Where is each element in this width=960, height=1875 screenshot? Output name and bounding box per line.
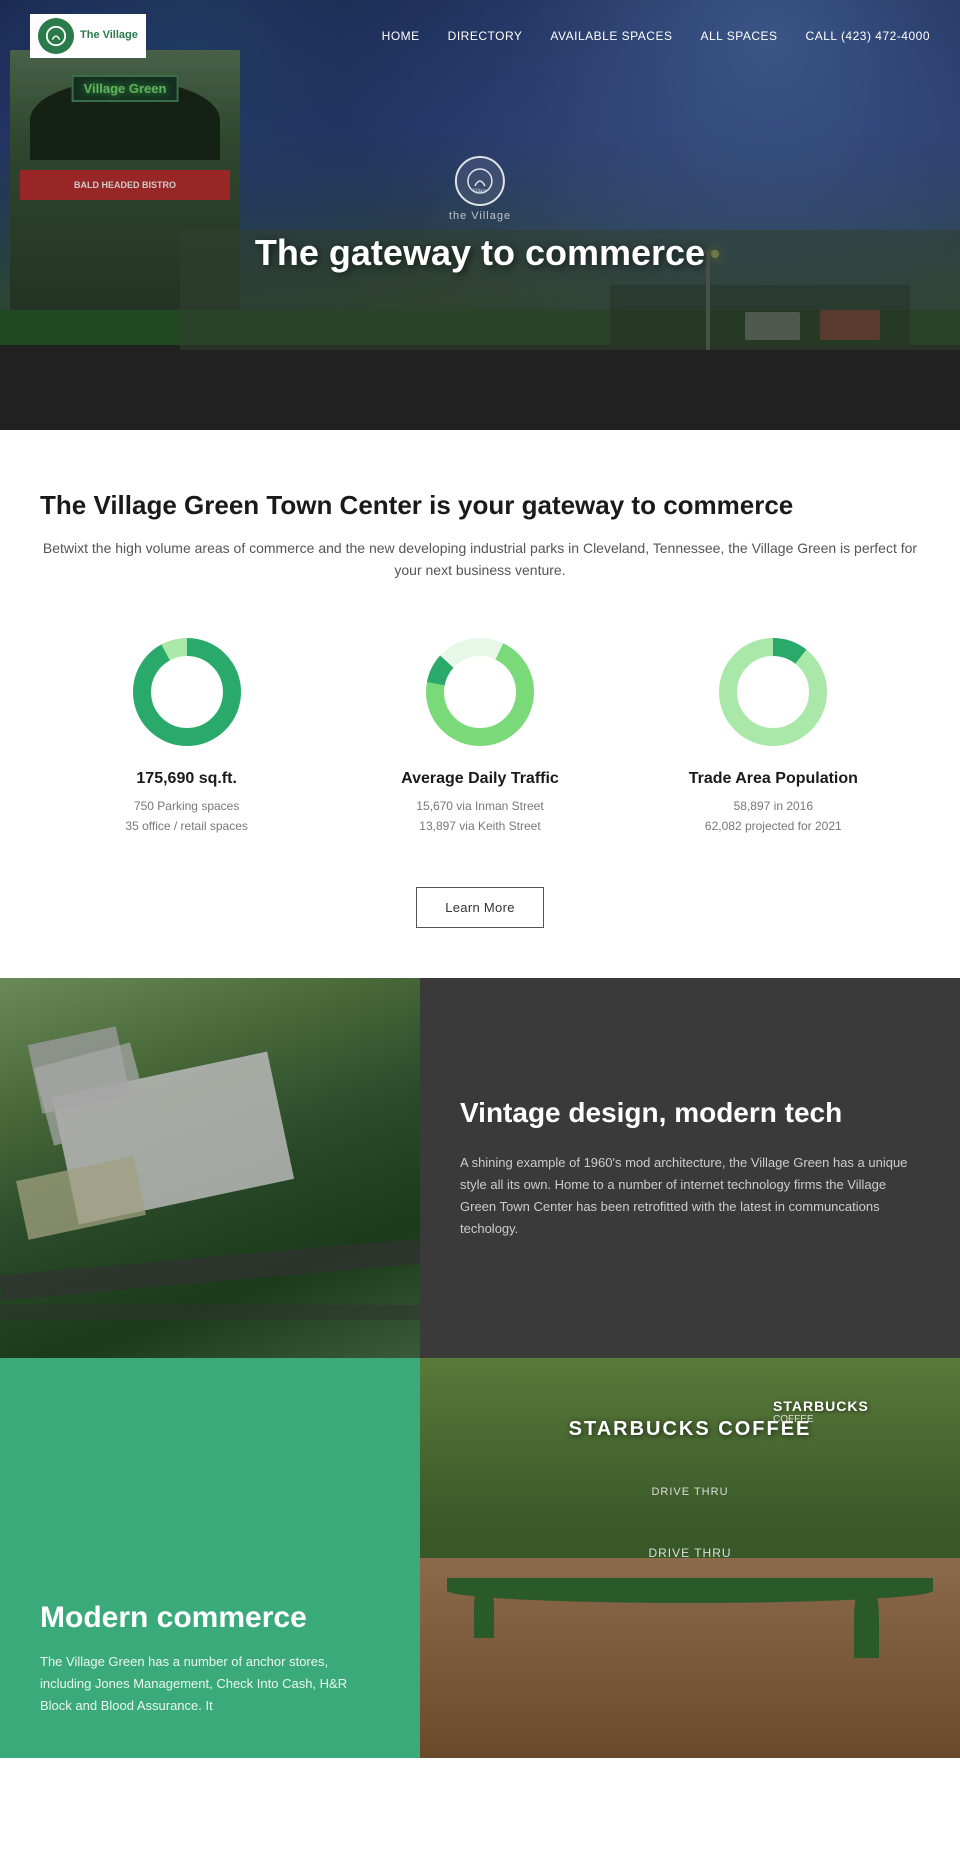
learn-more-button[interactable]: Learn More bbox=[416, 887, 543, 928]
stat-sqft-label: 175,690 sq.ft. bbox=[136, 770, 237, 788]
nav-available-spaces[interactable]: AVAILABLE SPACES bbox=[550, 29, 672, 43]
logo-text: The Village bbox=[80, 29, 138, 42]
stat-sqft: 175,690 sq.ft. 750 Parking spaces 35 off… bbox=[77, 632, 297, 837]
hero-logo-circle: Village bbox=[455, 156, 505, 206]
stats-subtext: Betwixt the high volume areas of commerc… bbox=[40, 537, 920, 582]
hero-content: Village the Village The gateway to comme… bbox=[255, 156, 705, 274]
stat-population-label: Trade Area Population bbox=[689, 770, 858, 788]
vintage-section: Vintage design, modern tech A shining ex… bbox=[0, 978, 960, 1358]
donut-traffic bbox=[420, 632, 540, 752]
stats-grid: 175,690 sq.ft. 750 Parking spaces 35 off… bbox=[40, 632, 920, 837]
starbucks-image: STARBUCKS COFFEE DRIVE THRU STARBUCKS CO… bbox=[420, 1358, 960, 1758]
stat-population-detail: 58,897 in 2016 62,082 projected for 2021 bbox=[705, 796, 842, 837]
stat-traffic-label: Average Daily Traffic bbox=[401, 770, 559, 788]
donut-population bbox=[713, 632, 833, 752]
aerial-image bbox=[0, 978, 420, 1358]
nav-directory[interactable]: DIRECTORY bbox=[448, 29, 523, 43]
donut-sqft bbox=[127, 632, 247, 752]
modern-description: The Village Green has a number of anchor… bbox=[40, 1651, 380, 1717]
modern-title: Modern commerce bbox=[40, 1598, 380, 1637]
stat-sqft-detail: 750 Parking spaces 35 office / retail sp… bbox=[125, 796, 248, 837]
nav-links: HOME DIRECTORY AVAILABLE SPACES ALL SPAC… bbox=[382, 27, 930, 45]
road-aerial-2 bbox=[0, 1305, 420, 1320]
stats-heading: The Village Green Town Center is your ga… bbox=[40, 490, 920, 521]
logo-icon bbox=[38, 18, 74, 54]
drive-thru-sign: DRIVE THRU bbox=[528, 1486, 852, 1498]
stat-population: Trade Area Population 58,897 in 2016 62,… bbox=[663, 632, 883, 837]
vintage-title: Vintage design, modern tech bbox=[460, 1095, 920, 1131]
hero-logo: Village the Village bbox=[255, 156, 705, 222]
hero-logo-text: the Village bbox=[255, 210, 705, 222]
modern-text-block: Modern commerce The Village Green has a … bbox=[0, 1358, 420, 1758]
stat-traffic: Average Daily Traffic 15,670 via Inman S… bbox=[370, 632, 590, 837]
nav-call[interactable]: CALL (423) 472-4000 bbox=[806, 29, 930, 43]
starbucks-2: STARBUCKS COFFEE bbox=[773, 1398, 933, 1425]
vintage-description: A shining example of 1960's mod architec… bbox=[460, 1152, 920, 1240]
main-nav: The Village HOME DIRECTORY AVAILABLE SPA… bbox=[0, 0, 960, 72]
tree-2 bbox=[854, 1578, 879, 1658]
nav-home[interactable]: HOME bbox=[382, 29, 420, 43]
modern-section: Modern commerce The Village Green has a … bbox=[0, 1358, 960, 1758]
svg-text:Village: Village bbox=[473, 189, 488, 194]
hero-title: The gateway to commerce bbox=[255, 232, 705, 274]
aerial-photo bbox=[0, 978, 420, 1358]
tree-1 bbox=[474, 1578, 494, 1638]
site-logo[interactable]: The Village bbox=[30, 14, 146, 58]
vintage-text-block: Vintage design, modern tech A shining ex… bbox=[420, 978, 960, 1358]
stats-section: The Village Green Town Center is your ga… bbox=[0, 430, 960, 978]
stat-traffic-detail: 15,670 via Inman Street 13,897 via Keith… bbox=[416, 796, 543, 837]
footer bbox=[0, 1758, 960, 1778]
nav-all-spaces[interactable]: ALL SPACES bbox=[700, 29, 777, 43]
